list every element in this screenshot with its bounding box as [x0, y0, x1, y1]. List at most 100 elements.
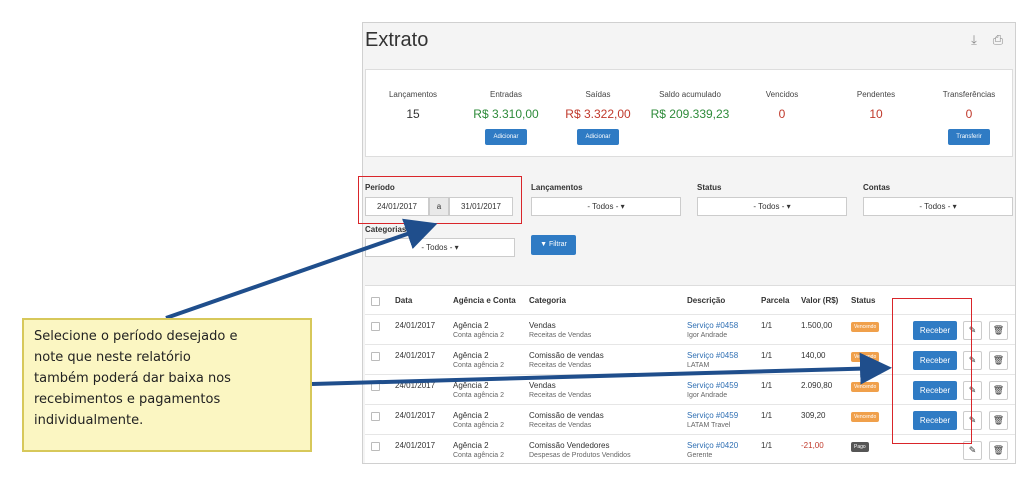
cell-descricao-link[interactable]: Serviço #0458: [687, 321, 738, 330]
cell-cliente: Gerente: [687, 452, 713, 459]
cell-descricao-link[interactable]: Serviço #0458: [687, 351, 738, 360]
cell-conta: Conta agência 2: [453, 362, 504, 369]
select-value: - Todos -: [919, 202, 951, 211]
print-icon[interactable]: ⎙: [991, 33, 1005, 47]
stat-label: Saídas: [585, 90, 611, 99]
cell-parcela: 1/1: [761, 441, 773, 450]
categorias-select[interactable]: - Todos - ▾: [365, 238, 515, 257]
cell-cliente: Igor Andrade: [687, 392, 728, 399]
stat-value: 0: [778, 107, 786, 121]
cell-valor: 2.090,80: [801, 381, 833, 390]
row-checkbox[interactable]: [371, 412, 380, 421]
stat-value: R$ 209.339,23: [650, 107, 730, 121]
trash-icon[interactable]: 🗑: [989, 351, 1008, 370]
row-checkbox[interactable]: [371, 382, 380, 391]
cell-conta: Conta agência 2: [453, 422, 504, 429]
lancamentos-select[interactable]: - Todos - ▾: [531, 197, 681, 216]
stat-label: Pendentes: [856, 90, 896, 99]
stat-transferencias: Transferências 0 Transferir: [934, 90, 1004, 145]
callout-line: Selecione o período desejado e: [34, 329, 238, 344]
callout-line: também poderá dar baixa nos: [34, 371, 231, 386]
stat-label: Transferências: [942, 90, 996, 99]
col-header-valor: Valor (R$): [801, 296, 839, 305]
stat-value: 10: [869, 107, 883, 121]
filter-icon: ▼: [540, 241, 548, 248]
cell-agencia: Agência 2: [453, 351, 489, 360]
stat-value: R$ 3.322,00: [565, 107, 631, 121]
cell-valor: 1.500,00: [801, 321, 833, 330]
stat-label: Entradas: [489, 90, 523, 99]
callout-line: note que neste relatório: [34, 350, 191, 365]
stat-label: Vencidos: [765, 90, 799, 99]
cell-data: 24/01/2017: [395, 441, 436, 450]
cell-data: 24/01/2017: [395, 351, 436, 360]
cell-subcategoria: Despesas de Produtos Vendidos: [529, 452, 631, 459]
cell-cliente: Igor Andrade: [687, 332, 728, 339]
col-header-status: Status: [851, 296, 876, 305]
cell-descricao-link[interactable]: Serviço #0459: [687, 381, 738, 390]
cell-conta: Conta agência 2: [453, 452, 504, 459]
select-value: - Todos -: [587, 202, 619, 211]
callout-line: recebimentos e pagamentos: [34, 392, 221, 407]
status-select[interactable]: - Todos - ▾: [697, 197, 847, 216]
cell-agencia: Agência 2: [453, 411, 489, 420]
trash-icon[interactable]: 🗑: [989, 381, 1008, 400]
lancamentos-filter-label: Lançamentos: [531, 183, 583, 192]
cell-parcela: 1/1: [761, 381, 773, 390]
cell-subcategoria: Receitas de Vendas: [529, 392, 592, 399]
cell-parcela: 1/1: [761, 321, 773, 330]
cell-valor: -21,00: [801, 441, 824, 450]
cell-valor: 309,20: [801, 411, 826, 420]
cell-cliente: LATAM Travel: [687, 422, 731, 429]
row-checkbox[interactable]: [371, 442, 380, 451]
stat-label: Saldo acumulado: [659, 90, 721, 99]
add-entrada-button[interactable]: Adicionar: [485, 129, 527, 145]
cell-subcategoria: Receitas de Vendas: [529, 422, 592, 429]
select-all-checkbox[interactable]: [371, 297, 380, 306]
cell-descricao-link[interactable]: Serviço #0420: [687, 441, 738, 450]
status-badge: Vencendo: [851, 352, 880, 362]
cell-parcela: 1/1: [761, 351, 773, 360]
caret-down-icon: ▾: [454, 243, 459, 252]
row-checkbox[interactable]: [371, 352, 380, 361]
stat-value: R$ 3.310,00: [473, 107, 539, 121]
cell-categoria: Vendas: [529, 381, 556, 390]
cell-agencia: Agência 2: [453, 381, 489, 390]
stat-label: Lançamentos: [388, 90, 438, 99]
cell-valor: 140,00: [801, 351, 826, 360]
annotation-callout: Selecione o período desejado e note que …: [22, 318, 312, 452]
filter-button[interactable]: ▼ Filtrar: [531, 235, 576, 255]
cell-data: 24/01/2017: [395, 321, 436, 330]
cell-categoria: Comissão de vendas: [529, 351, 604, 360]
download-icon[interactable]: ⤓: [967, 33, 981, 47]
trash-icon[interactable]: 🗑: [989, 411, 1008, 430]
stat-saidas: Saídas R$ 3.322,00 Adicionar: [562, 90, 634, 145]
summary-panel: Lançamentos 15 Entradas R$ 3.310,00 Adic…: [365, 69, 1013, 157]
trash-icon[interactable]: 🗑: [989, 441, 1008, 460]
cell-agencia: Agência 2: [453, 321, 489, 330]
title-bar: Extrato ⤓ ⎙: [363, 23, 1015, 63]
page-title: Extrato: [365, 29, 429, 51]
col-header-data: Data: [395, 296, 413, 305]
cell-cliente: LATAM: [687, 362, 710, 369]
categorias-label: Categorias: [365, 225, 407, 234]
col-header-descricao: Descrição: [687, 296, 726, 305]
transfer-button[interactable]: Transferir: [948, 129, 990, 145]
add-saida-button[interactable]: Adicionar: [577, 129, 619, 145]
cell-categoria: Vendas: [529, 321, 556, 330]
cell-subcategoria: Receitas de Vendas: [529, 332, 592, 339]
trash-icon[interactable]: 🗑: [989, 321, 1008, 340]
cell-data: 24/01/2017: [395, 411, 436, 420]
receber-highlight-box: [892, 298, 972, 444]
status-filter-label: Status: [697, 183, 722, 192]
status-badge: Pago: [851, 442, 869, 452]
caret-down-icon: ▾: [952, 202, 957, 211]
cell-descricao-link[interactable]: Serviço #0459: [687, 411, 738, 420]
stat-value: 15: [406, 107, 420, 121]
cell-conta: Conta agência 2: [453, 392, 504, 399]
contas-select[interactable]: - Todos - ▾: [863, 197, 1013, 216]
col-header-parcela: Parcela: [761, 296, 790, 305]
cell-conta: Conta agência 2: [453, 332, 504, 339]
row-checkbox[interactable]: [371, 322, 380, 331]
cell-agencia: Agência 2: [453, 441, 489, 450]
